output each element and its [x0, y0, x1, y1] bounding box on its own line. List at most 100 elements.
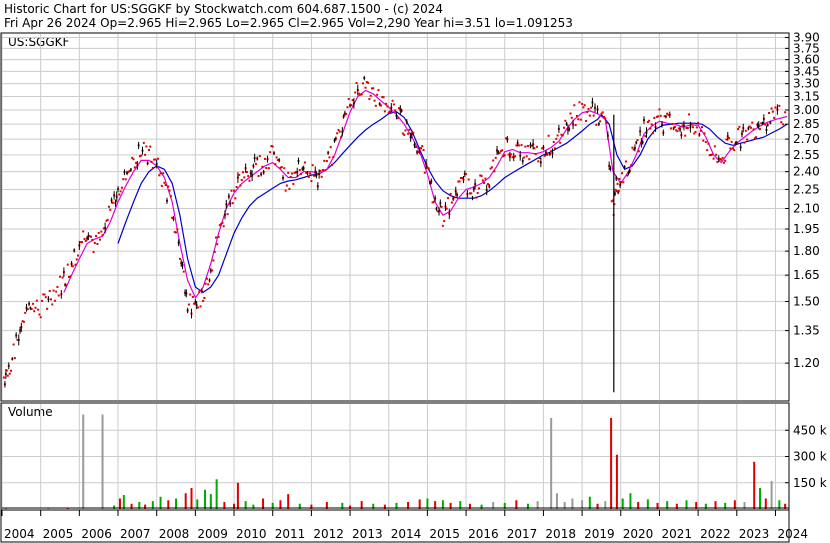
price-dot [53, 299, 56, 302]
price-dot [458, 180, 461, 183]
price-dot [537, 160, 540, 163]
price-dot [111, 201, 114, 204]
price-dot [423, 171, 426, 174]
price-dot [319, 169, 322, 172]
price-dot [95, 234, 98, 237]
x-tick-label: 2005 [43, 527, 74, 541]
price-dot [233, 189, 236, 192]
price-dot [713, 145, 716, 148]
price-dot [12, 343, 15, 346]
price-dot [169, 195, 172, 198]
price-dot [52, 289, 55, 292]
y-tick-label: 2.10 [793, 202, 820, 216]
price-dot [738, 125, 741, 128]
price-dot [379, 104, 382, 107]
x-tick-label: 2006 [81, 527, 112, 541]
price-dot [288, 187, 291, 190]
price-dot [691, 126, 694, 129]
y-tick-label: 2.40 [793, 165, 820, 179]
price-dot [445, 207, 448, 210]
price-dot [751, 121, 754, 124]
price-dot [450, 201, 453, 204]
price-dot [481, 179, 484, 182]
price-dot [599, 120, 602, 123]
price-dot [309, 172, 312, 175]
y-tick-label: 1.65 [793, 268, 820, 282]
price-dot [332, 156, 335, 159]
price-dot [746, 138, 749, 141]
price-dot [644, 135, 647, 138]
price-dot [98, 238, 101, 241]
price-dot [2, 376, 5, 379]
price-dot [234, 197, 237, 200]
price-dot [649, 127, 652, 130]
x-tick-label: 2022 [700, 527, 731, 541]
price-dot [673, 125, 676, 128]
price-dot [97, 231, 100, 234]
volume-bar [122, 495, 125, 509]
price-dot [80, 241, 83, 244]
price-dot [604, 117, 607, 120]
price-dot [377, 89, 380, 92]
price-dot [372, 87, 375, 90]
price-dot [564, 119, 567, 122]
price-dot [66, 263, 69, 266]
volume-bar [190, 488, 193, 509]
price-dot [483, 182, 486, 185]
x-tick-label: 2015 [429, 527, 460, 541]
price-dot [122, 178, 125, 181]
volume-bar [758, 488, 761, 509]
volume-bar [175, 498, 178, 509]
price-dot [231, 202, 234, 205]
price-dot [592, 114, 595, 117]
price-dot [142, 141, 145, 144]
price-dot [360, 93, 363, 96]
volume-bar [555, 493, 558, 509]
price-dot [350, 104, 353, 107]
price-dot [211, 269, 214, 272]
x-tick-label: 2014 [391, 527, 422, 541]
price-dot [524, 145, 527, 148]
price-dot [684, 134, 687, 137]
price-dot [648, 119, 651, 122]
price-dot [96, 242, 99, 245]
price-dot [30, 307, 33, 310]
price-dot [586, 110, 589, 113]
price-dot [386, 105, 389, 108]
price-dot [263, 157, 266, 160]
price-dot [34, 306, 37, 309]
volume-tick-label: 450 k [793, 423, 827, 437]
price-dot [46, 307, 49, 310]
price-dot [291, 172, 294, 175]
price-dot [283, 167, 286, 170]
price-dot [583, 104, 586, 107]
price-dot [659, 114, 662, 117]
volume-bar [159, 496, 162, 509]
price-dot [265, 166, 268, 169]
price-dot [329, 146, 332, 149]
price-dot [621, 172, 624, 175]
x-tick-label: 2012 [313, 527, 344, 541]
price-dot [254, 162, 257, 165]
price-dot [385, 102, 388, 105]
price-dot [140, 154, 143, 157]
price-dot [467, 178, 470, 181]
price-dot [151, 166, 154, 169]
price-dot [574, 124, 577, 127]
price-dot [13, 357, 16, 360]
price-dot [271, 145, 274, 148]
price-dot [150, 160, 153, 163]
price-dot [778, 104, 781, 107]
price-dot [369, 94, 372, 97]
price-dot [686, 127, 689, 130]
price-dot [75, 258, 78, 261]
price-dot [728, 137, 731, 140]
price-dot [69, 275, 72, 278]
price-dot [57, 294, 60, 297]
price-dot [40, 299, 43, 302]
x-tick-label: 2007 [120, 527, 151, 541]
price-dot [82, 230, 85, 233]
price-dot [617, 189, 620, 192]
price-dot [404, 129, 407, 132]
price-dot [364, 86, 367, 89]
